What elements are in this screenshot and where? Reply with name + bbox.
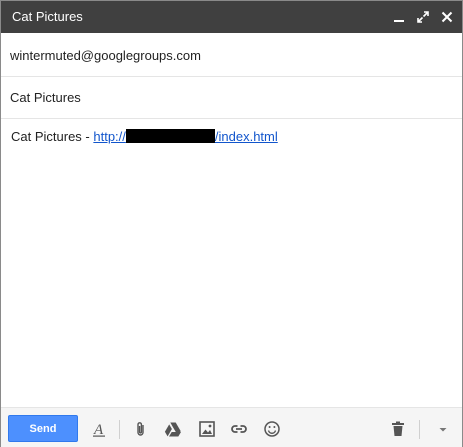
link-icon[interactable]	[230, 420, 248, 438]
attach-icon[interactable]	[132, 420, 150, 438]
link-start: http://	[93, 129, 126, 144]
body-link[interactable]: http:// /index.html	[93, 129, 278, 144]
expand-icon[interactable]	[415, 9, 431, 25]
formatting-icon[interactable]: A	[90, 420, 108, 438]
link-end: /index.html	[214, 129, 278, 144]
title-bar[interactable]: Cat Pictures	[1, 1, 462, 33]
toolbar-separator	[419, 420, 420, 439]
compose-toolbar: Send A	[1, 407, 462, 447]
subject-field[interactable]: Cat Pictures	[1, 77, 462, 119]
emoji-icon[interactable]	[263, 420, 281, 438]
send-button[interactable]: Send	[8, 415, 78, 442]
close-icon[interactable]	[439, 9, 455, 25]
body-prefix: Cat Pictures -	[11, 129, 94, 144]
compose-window: Cat Pictures wintermuted@googlegroups.co…	[0, 0, 463, 447]
more-options-icon[interactable]	[434, 420, 452, 438]
to-field[interactable]: wintermuted@googlegroups.com	[1, 34, 462, 77]
message-body[interactable]: Cat Pictures - http:// /index.html	[1, 119, 462, 407]
subject-text: Cat Pictures	[10, 90, 81, 105]
recipient-text: wintermuted@googlegroups.com	[10, 48, 201, 63]
trash-icon[interactable]	[389, 420, 407, 438]
toolbar-separator	[119, 420, 120, 439]
redacted-block	[125, 129, 215, 143]
minimize-icon[interactable]	[391, 9, 407, 25]
photo-icon[interactable]	[198, 420, 216, 438]
window-title: Cat Pictures	[12, 9, 83, 24]
drive-icon[interactable]	[164, 420, 182, 438]
body-line: Cat Pictures - http:// /index.html	[11, 129, 278, 144]
